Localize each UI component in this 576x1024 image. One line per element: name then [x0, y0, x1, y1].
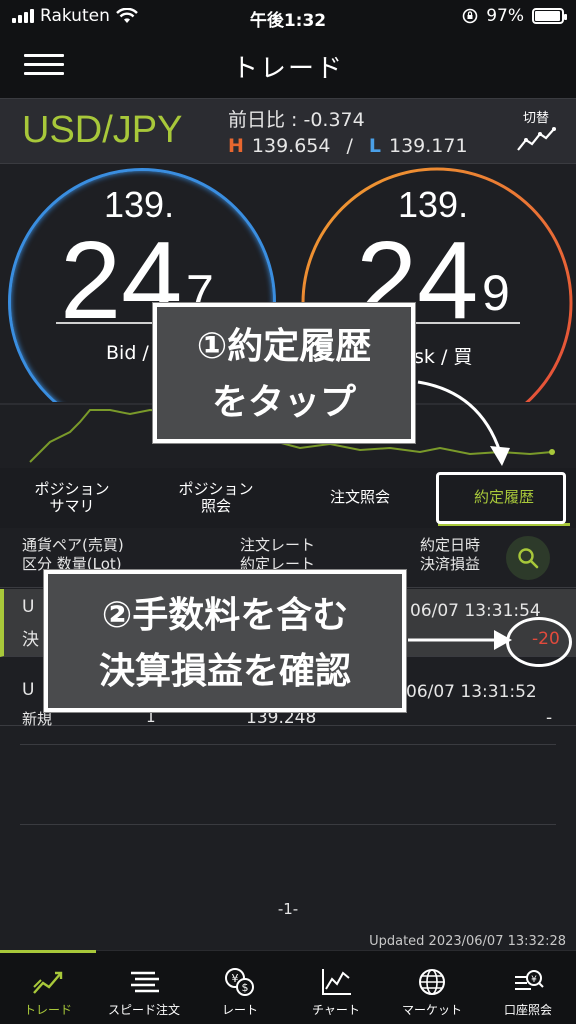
annotation-callout-1: ①約定履歴 をタップ: [153, 303, 415, 443]
nav-account-label: 口座照会: [503, 1003, 552, 1017]
battery-percent: 97%: [486, 6, 524, 26]
nav-trade-label: トレード: [23, 1003, 72, 1017]
ask-label: sk / 買: [414, 346, 473, 368]
row-datetime: 06/07 13:31:54: [410, 601, 541, 621]
callout-2-line-1: ②手数料を含む: [101, 595, 349, 636]
svg-text:$: $: [242, 981, 249, 994]
header-pair-line1: 通貨ペア(売買): [22, 536, 124, 554]
updated-timestamp: Updated 2023/06/07 13:32:28: [369, 934, 566, 949]
callout-2-line-2: 決算損益を確認: [98, 651, 351, 692]
svg-text:¥: ¥: [531, 975, 537, 985]
tab-order-inquiry[interactable]: 注文照会: [288, 468, 432, 528]
tab-order-inquiry-label: 注文照会: [329, 488, 390, 507]
speed-order-icon: [131, 971, 159, 993]
switch-label: 切替: [522, 111, 549, 126]
nav-market-label: マーケット: [401, 1003, 462, 1017]
row-type: 決: [22, 630, 39, 650]
header-rate-line1: 注文レート: [240, 536, 316, 554]
tab-position-summary-label: ポジション サマリ: [34, 479, 110, 515]
currency-pair[interactable]: USD/JPY: [22, 109, 182, 152]
nav-speed-order[interactable]: スピード注文: [96, 951, 192, 1024]
search-button[interactable]: [506, 536, 550, 580]
tab-position-summary[interactable]: ポジション サマリ: [0, 468, 144, 528]
high-low: H 139.654 / L 139.171: [228, 135, 468, 157]
header-date-line1: 約定日時: [420, 536, 481, 554]
page-title: トレード: [231, 54, 344, 84]
highlight-circle: [506, 617, 572, 667]
orientation-lock-icon: [462, 8, 478, 24]
globe-icon: [419, 969, 445, 995]
search-icon: [518, 548, 539, 569]
header-pair-col: 通貨ペア(売買) 区分 数量(Lot): [22, 536, 124, 574]
row-datetime: 06/07 13:31:52: [406, 682, 537, 702]
annotation-callout-2: ②手数料を含む 決算損益を確認: [44, 570, 406, 712]
header-date-line2: 決済損益: [420, 554, 481, 573]
header-date-col: 約定日時 決済損益: [420, 536, 480, 574]
highlight-box: [436, 472, 566, 524]
nav-market[interactable]: マーケット: [384, 951, 480, 1024]
nav-bar: トレード: [0, 34, 576, 98]
chart-icon: [322, 969, 351, 995]
row-pair: U: [22, 680, 35, 700]
switch-button[interactable]: 切替: [514, 107, 558, 156]
battery-icon: [532, 8, 567, 24]
row-pl: -: [546, 708, 553, 728]
account-icon: ¥: [515, 970, 544, 990]
callout-1-line-2: をタップ: [211, 382, 356, 423]
tab-position-inquiry-label: ポジション 照会: [178, 479, 254, 515]
trade-icon: [33, 971, 63, 994]
low-value: 139.171: [389, 135, 468, 157]
nav-rate[interactable]: ¥ $ レート: [192, 951, 288, 1024]
currency-pair-bar: USD/JPY 前日比 : -0.374 H 139.654 / L 139.1…: [0, 98, 576, 164]
nav-speed-order-label: スピード注文: [107, 1003, 180, 1017]
callout-1-line-1: ①約定履歴: [196, 326, 372, 367]
status-bar: Rakuten 午後1:32 97%: [0, 0, 576, 34]
high-mark: H: [228, 135, 244, 157]
rate-icon: ¥ $: [225, 968, 254, 996]
chart-switch-icon: [517, 127, 556, 151]
previous-day-change: 前日比 : -0.374: [228, 109, 365, 131]
bottom-nav: トレード スピード注文 ¥ $ レート チャート マーケット ¥ 口座照会: [0, 950, 576, 1024]
pagination[interactable]: -1-: [0, 900, 576, 918]
nav-rate-label: レート: [221, 1003, 258, 1017]
bid-label: Bid /: [106, 342, 149, 364]
ask-price-pip: 9: [482, 265, 510, 321]
nav-account[interactable]: ¥ 口座照会: [480, 951, 576, 1024]
tab-position-inquiry[interactable]: ポジション 照会: [144, 468, 288, 528]
nav-chart[interactable]: チャート: [288, 951, 384, 1024]
high-low-separator: /: [346, 135, 353, 157]
nav-trade[interactable]: トレード: [0, 950, 96, 1024]
header-rate-col: 注文レート 約定レート: [240, 536, 315, 574]
status-right: 97%: [462, 6, 567, 26]
low-mark: L: [368, 135, 381, 157]
row-divider: [20, 824, 556, 825]
row-pair: U: [22, 597, 35, 617]
row-divider: [20, 744, 556, 745]
high-value: 139.654: [251, 135, 331, 157]
nav-chart-label: チャート: [312, 1003, 360, 1017]
